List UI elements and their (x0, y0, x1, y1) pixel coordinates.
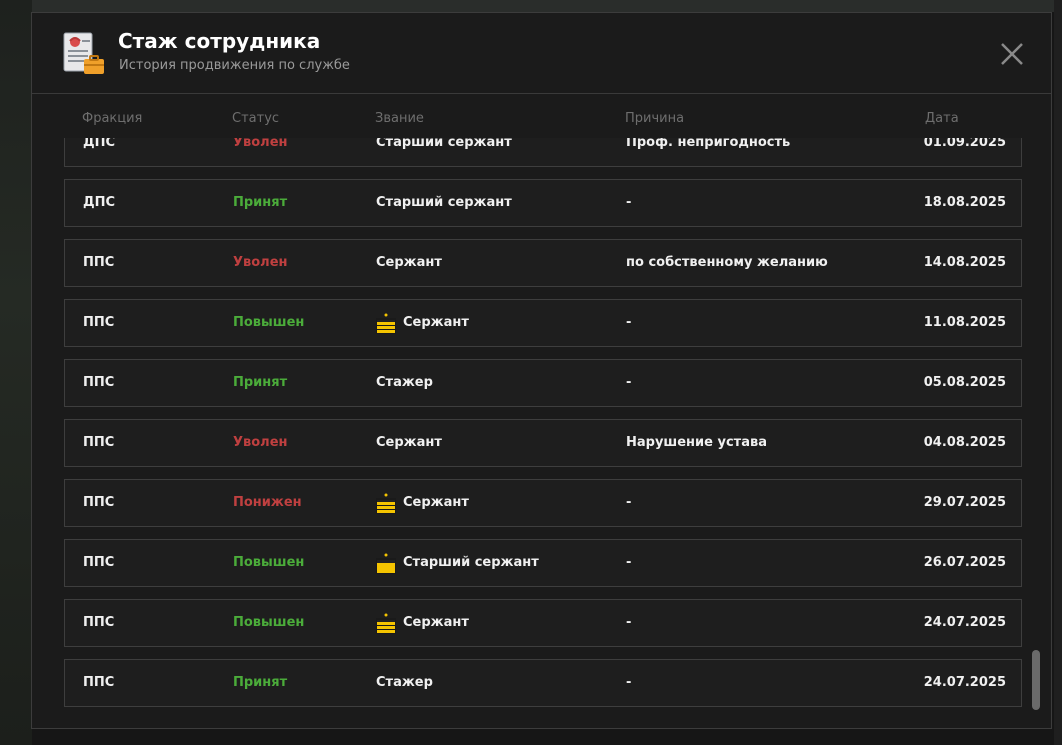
date-cell: 24.07.2025 (923, 615, 1006, 630)
column-header-status: Статус (232, 111, 280, 126)
table-row: ДПС Уволен Старший сержант Проф. непригодно… (64, 138, 1022, 167)
date-cell: 11.08.2025 (923, 315, 1006, 330)
rank-label: Сержант (403, 315, 469, 330)
dialog-header: Стаж сотрудника История продвижения по с… (32, 13, 1051, 94)
status-cell: Принят (233, 375, 288, 390)
sergeant-badge-icon (376, 493, 396, 514)
status-cell: Уволен (233, 255, 288, 270)
status-cell: Уволен (233, 435, 288, 450)
background-left (0, 0, 32, 745)
reason-cell: - (626, 315, 632, 330)
status-cell: Повышен (233, 315, 305, 330)
date-cell: 05.08.2025 (923, 375, 1006, 390)
table-row: ДПС Принят Старший сержант - 18.08.2025 (64, 179, 1022, 227)
reason-cell: по собственному желанию (626, 255, 828, 270)
rank-cell: Старший сержант (376, 138, 512, 166)
history-list[interactable]: ДПС Уволен Старший сержант Проф. непригодно… (64, 138, 1022, 728)
date-cell: 26.07.2025 (923, 555, 1006, 570)
rank-label: Старший сержант (403, 555, 539, 570)
date-cell: 24.07.2025 (923, 675, 1006, 690)
rank-label: Сержант (376, 435, 442, 450)
date-cell: 04.08.2025 (923, 435, 1006, 450)
rank-label: Стажер (376, 375, 433, 390)
dialog-title: Стаж сотрудника (118, 29, 321, 53)
background-top (0, 0, 1062, 12)
faction-cell: ППС (83, 375, 115, 390)
faction-cell: ППС (83, 495, 115, 510)
reason-cell: - (626, 555, 632, 570)
date-cell: 29.07.2025 (923, 495, 1006, 510)
date-cell: 01.09.2025 (923, 138, 1006, 150)
rank-label: Сержант (403, 615, 469, 630)
sergeant-badge-icon (376, 313, 396, 334)
reason-cell: - (626, 375, 632, 390)
table-row: ППС Повышен Сержант - 24.07.2025 (64, 599, 1022, 647)
status-cell: Повышен (233, 555, 305, 570)
column-header-faction: Фракция (82, 111, 143, 126)
reason-cell: - (626, 615, 632, 630)
status-cell: Принят (233, 195, 288, 210)
faction-cell: ППС (83, 555, 115, 570)
status-cell: Понижен (233, 495, 302, 510)
rank-cell: Сержант (376, 240, 442, 286)
faction-cell: ППС (83, 315, 115, 330)
faction-cell: ППС (83, 255, 115, 270)
faction-cell: ДПС (83, 138, 115, 150)
table-row: ППС Понижен Сержант - 29.07.2025 (64, 479, 1022, 527)
sergeant-badge-icon (376, 613, 396, 634)
rank-cell: Старший сержант (376, 540, 539, 586)
date-cell: 18.08.2025 (923, 195, 1006, 210)
close-icon[interactable] (998, 40, 1026, 68)
reason-cell: - (626, 495, 632, 510)
rank-cell: Сержант (376, 420, 442, 466)
faction-cell: ДПС (83, 195, 115, 210)
senior-sergeant-badge-icon (376, 553, 396, 574)
table-row: ППС Принят Стажер - 24.07.2025 (64, 659, 1022, 707)
rank-cell: Стажер (376, 360, 433, 406)
table-row: ППС Принят Стажер - 05.08.2025 (64, 359, 1022, 407)
rank-label: Старший сержант (376, 138, 512, 150)
reason-cell: - (626, 675, 632, 690)
faction-cell: ППС (83, 435, 115, 450)
table-row: ППС Повышен Старший сержант - 26.07.2025 (64, 539, 1022, 587)
column-header-reason: Причина (625, 111, 685, 126)
scrollbar-thumb[interactable] (1032, 650, 1040, 710)
column-header-date: Дата (925, 111, 959, 126)
status-cell: Уволен (233, 138, 288, 150)
status-cell: Повышен (233, 615, 305, 630)
faction-cell: ППС (83, 675, 115, 690)
rank-label: Стажер (376, 675, 433, 690)
rank-cell: Сержант (376, 480, 469, 526)
dialog-subtitle: История продвижения по службе (119, 58, 350, 73)
table-row: ППС Повышен Сержант - 11.08.2025 (64, 299, 1022, 347)
reason-cell: Проф. непригодность (626, 138, 791, 150)
table-row: ППС Уволен Сержант Нарушение устава 04.08.20… (64, 419, 1022, 467)
faction-cell: ППС (83, 615, 115, 630)
reason-cell: Нарушение устава (626, 435, 767, 450)
reason-cell: - (626, 195, 632, 210)
date-cell: 14.08.2025 (923, 255, 1006, 270)
background-right (1054, 0, 1062, 745)
rank-cell: Сержант (376, 600, 469, 646)
rank-cell: Сержант (376, 300, 469, 346)
column-header-rank: Звание (375, 111, 424, 126)
employee-record-icon (63, 32, 104, 74)
rank-label: Старший сержант (376, 195, 512, 210)
rank-label: Сержант (376, 255, 442, 270)
status-cell: Принят (233, 675, 288, 690)
rank-cell: Старший сержант (376, 180, 512, 226)
service-history-dialog: Стаж сотрудника История продвижения по с… (31, 12, 1052, 729)
rank-label: Сержант (403, 495, 469, 510)
rank-cell: Стажер (376, 660, 433, 706)
table-row: ППС Уволен Сержант по собственному желанию 1… (64, 239, 1022, 287)
